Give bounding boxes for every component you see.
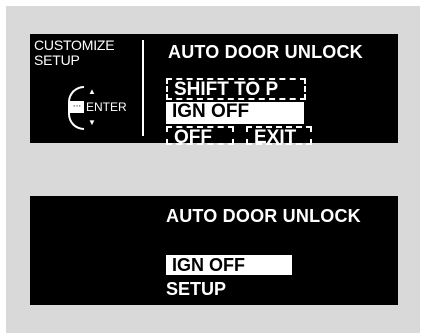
auto-door-unlock-header: AUTO DOOR UNLOCK: [166, 206, 361, 226]
auto-door-unlock-result-screen: AUTO DOOR UNLOCK IGN OFF SETUP: [30, 196, 398, 305]
option-off[interactable]: OFF: [166, 126, 234, 148]
enter-button-icon[interactable]: ···: [70, 101, 84, 113]
option-exit[interactable]: EXIT: [246, 126, 312, 148]
down-arrow-icon[interactable]: ▼: [88, 119, 96, 127]
customize-label: CUSTOMIZE: [34, 37, 115, 53]
option-ign-off-selected[interactable]: IGN OFF: [166, 102, 304, 124]
up-arrow-icon[interactable]: ▲: [88, 88, 96, 96]
customize-setup-title: CUSTOMIZE SETUP: [34, 37, 115, 68]
selector-knob-icon[interactable]: ··· ▲ ENTER ▼: [68, 86, 138, 132]
setup-label: SETUP: [166, 279, 227, 299]
option-shift-to-p[interactable]: SHIFT TO P: [166, 78, 306, 100]
auto-door-unlock-header: AUTO DOOR UNLOCK: [168, 42, 363, 62]
customize-panel: CUSTOMIZE SETUP ··· ▲ ENTER ▼: [30, 34, 142, 143]
selected-value-ign-off: IGN OFF: [166, 255, 292, 275]
customize-setup-screen: CUSTOMIZE SETUP ··· ▲ ENTER ▼ AUTO DOOR …: [30, 34, 398, 148]
setup-label: SETUP: [34, 52, 80, 68]
divider: [142, 40, 144, 136]
enter-label: ENTER: [86, 100, 127, 114]
